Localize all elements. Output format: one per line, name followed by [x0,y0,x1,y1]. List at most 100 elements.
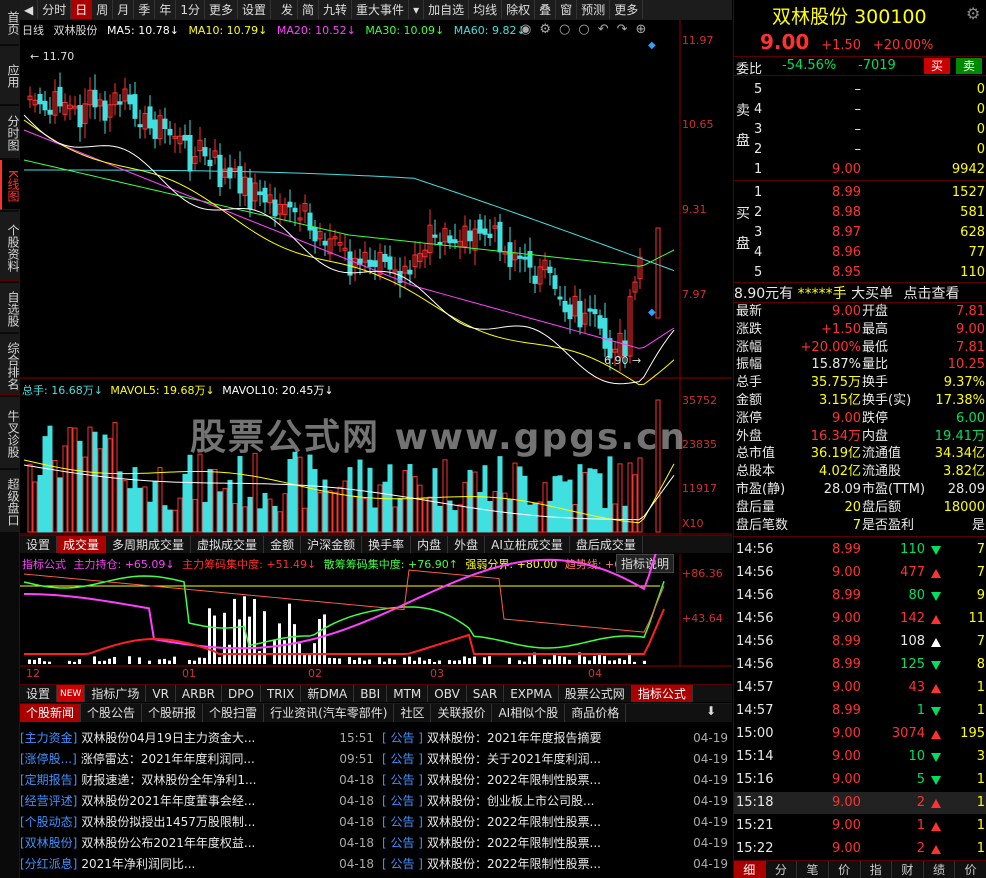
quote-tab[interactable]: 指 [860,861,893,878]
indicator-tab[interactable]: 设置 [20,685,58,702]
volume-tab[interactable]: 换手率 [362,536,412,553]
chevron-left-icon[interactable]: ◀ [20,0,39,19]
toolbar-item[interactable]: 简 [298,0,320,19]
news-title[interactable]: 2021年净利润同比... [81,857,195,871]
toolbar-item[interactable]: 叠 [535,0,557,19]
indicator-tab[interactable]: 指标公式 [631,685,693,702]
big-order-row[interactable]: 8.90元有 *****手 大买单 点击查看 [734,282,986,302]
order-book-row[interactable]: 3 – 0 [734,120,986,139]
toolbar-item[interactable]: 发 [277,0,299,19]
news-title[interactable]: 双林股份2021年年度董事会经... [81,794,255,808]
quote-tab[interactable]: 细 [734,861,766,878]
news-item[interactable]: [ 公告 ] 双林股份：2022年限制性股票... 04-19 [382,833,732,854]
kline-chart[interactable]: 日线 双林股份 MA5: 10.78↓ MA10: 10.79↓ MA20: 1… [20,20,732,535]
news-title[interactable]: 财报速递：双林股份全年净利1... [81,773,256,787]
order-book-row[interactable]: 4 8.96 77 [734,243,986,262]
toolbar-item[interactable]: 设置 [238,0,271,19]
news-tab[interactable]: 个股扫雷 [203,704,265,722]
volume-tab[interactable]: 沪深金额 [301,536,363,553]
indicator-tab[interactable]: BBI [354,685,388,702]
left-tab[interactable]: K线图 [0,160,20,210]
toolbar-item[interactable]: 更多 [610,0,644,19]
news-tab[interactable]: 行业资讯(汽车零部件) [264,704,395,722]
indicator-tab[interactable]: 指标广场 [85,685,147,702]
left-tab[interactable]: 分时图 [0,106,20,158]
toolbar-item[interactable]: 均线 [469,0,503,19]
dropdown-icon[interactable]: ▾ [409,0,425,19]
news-item[interactable]: [主力资金] 双林股份04月19日主力资金大... 15:51 [20,728,378,749]
toolbar-item[interactable]: 重大事件 [352,0,410,19]
indicator-tab[interactable]: 新DMA [301,685,355,702]
indicator-tab[interactable]: OBV [428,685,467,702]
news-title[interactable]: 双林股份拟授出1457万股限制... [81,815,255,829]
indicator-tab[interactable]: SAR [466,685,505,702]
toolbar-item[interactable]: 更多 [205,0,238,19]
news-title[interactable]: 双林股份：2022年限制性股票... [427,773,601,787]
news-item[interactable]: [ 公告 ] 双林股份：2022年限制性股票... 04-19 [382,770,732,791]
news-item[interactable]: [分红派息] 2021年净利润同比... 04-18 [20,854,378,875]
news-tab[interactable]: AI相似个股 [492,704,566,722]
indicator-tab[interactable]: NEW [57,685,86,702]
indicator-tab[interactable]: MTM [387,685,429,702]
toolbar-item[interactable]: 除权 [502,0,536,19]
indicator-tab[interactable]: VR [146,685,176,702]
news-tab[interactable]: 个股研报 [142,704,204,722]
volume-tab[interactable]: 设置 [20,536,58,553]
volume-tab[interactable]: 内盘 [411,536,449,553]
volume-tab[interactable]: AI立桩成交量 [485,536,570,553]
indicator-tab[interactable]: TRIX [260,685,302,702]
quote-tab[interactable]: 绩 [923,861,956,878]
volume-tab[interactable]: 虚拟成交量 [191,536,265,553]
big-order-link[interactable]: 点击查看 [904,286,960,302]
order-book-row[interactable]: 5 8.95 110 [734,263,986,282]
quote-tab[interactable]: 财 [892,861,924,878]
volume-tab[interactable]: 盘后成交量 [569,536,643,553]
news-item[interactable]: [个股动态] 双林股份拟授出1457万股限制... 04-18 [20,812,378,833]
left-tab[interactable]: 应用 [0,46,20,104]
order-book-row[interactable]: 4 – 0 [734,100,986,119]
toolbar-item[interactable]: 九转 [319,0,353,19]
indicator-tab[interactable]: DPO [222,685,261,702]
news-item[interactable]: [经营评述] 双林股份2021年年度董事会经... 04-18 [20,791,378,812]
left-tab[interactable]: 个股资料 [0,212,20,281]
toolbar-item[interactable]: 日 [71,0,93,19]
news-tab[interactable]: 个股公告 [81,704,143,722]
toolbar-item[interactable]: 分时 [38,0,72,19]
order-book-row[interactable]: 1 8.99 1527 [734,183,986,202]
left-tab[interactable]: 牛叉诊股 [0,397,20,468]
order-book-row[interactable]: 2 8.98 581 [734,203,986,222]
quote-tab[interactable]: 笔 [797,861,829,878]
quote-tab[interactable]: 价 [955,861,986,878]
left-tab[interactable]: 超级盘口 [0,470,20,532]
order-book-row[interactable]: 2 – 0 [734,140,986,159]
news-title[interactable]: 双林股份：2022年限制性股票... [427,857,601,871]
news-item[interactable]: [ 公告 ] 双林股份：关于2021年度利润... 04-19 [382,749,732,770]
news-tab[interactable]: 社区 [394,704,432,722]
toolbar-item[interactable]: 窗 [556,0,578,19]
order-book-row[interactable]: 1 9.00 9942 [734,160,986,179]
news-item[interactable]: [ 公告 ] 双林股份：创业板上市公司股... 04-19 [382,791,732,812]
news-tab[interactable]: 关联报价 [431,704,493,722]
volume-tab[interactable]: 外盘 [448,536,486,553]
left-tab[interactable]: 综合排名 [0,334,20,395]
news-title[interactable]: 涨停雷达：2021年年度利润同... [81,752,255,766]
toolbar-item[interactable]: 1分 [176,0,205,19]
indicator-tab[interactable]: ARBR [175,685,223,702]
volume-tab[interactable]: 成交量 [57,536,107,553]
quote-tab[interactable]: 分 [765,861,798,878]
toolbar-item[interactable]: 加自选 [424,0,470,19]
toolbar-item[interactable]: 月 [113,0,135,19]
news-tab[interactable]: 商品价格 [565,704,627,722]
settings-gear-icon[interactable]: ⚙ [966,4,980,23]
news-item[interactable]: [ 公告 ] 双林股份：2022年限制性股票... 04-19 [382,812,732,833]
news-title[interactable]: 双林股份公布2021年年度权益... [81,836,255,850]
volume-tab[interactable]: 多周期成交量 [106,536,192,553]
news-title[interactable]: 双林股份：2021年年度报告摘要 [427,731,602,745]
toolbar-item[interactable]: 预测 [577,0,611,19]
toolbar-item[interactable]: 年 [155,0,177,19]
news-title[interactable]: 双林股份：创业板上市公司股... [427,794,594,808]
buy-button[interactable]: 买 [924,58,950,74]
quote-tab[interactable]: 价 [828,861,861,878]
indicator-tab[interactable]: EXPMA [504,685,559,702]
news-item[interactable]: [ 公告 ] 双林股份：2021年年度报告摘要 04-19 [382,728,732,749]
